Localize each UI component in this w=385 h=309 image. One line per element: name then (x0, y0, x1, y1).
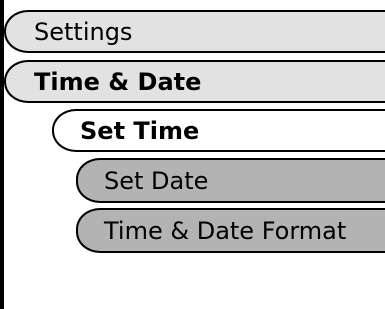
menu-item-settings[interactable]: Settings (4, 10, 385, 53)
left-border (0, 0, 4, 309)
menu-item-time-and-date-format[interactable]: Time & Date Format (76, 208, 385, 253)
settings-menu-screen: Settings Time & Date Set Time Set Date T… (0, 0, 385, 309)
menu-item-label: Time & Date Format (104, 216, 347, 245)
menu-item-label: Set Time (80, 116, 200, 145)
menu-item-set-date[interactable]: Set Date (76, 158, 385, 203)
menu-item-label: Set Date (104, 166, 209, 195)
menu-item-label: Settings (34, 17, 133, 46)
menu-item-time-and-date[interactable]: Time & Date (4, 60, 385, 103)
menu-item-label: Time & Date (34, 67, 202, 96)
menu-item-set-time[interactable]: Set Time (52, 109, 385, 152)
